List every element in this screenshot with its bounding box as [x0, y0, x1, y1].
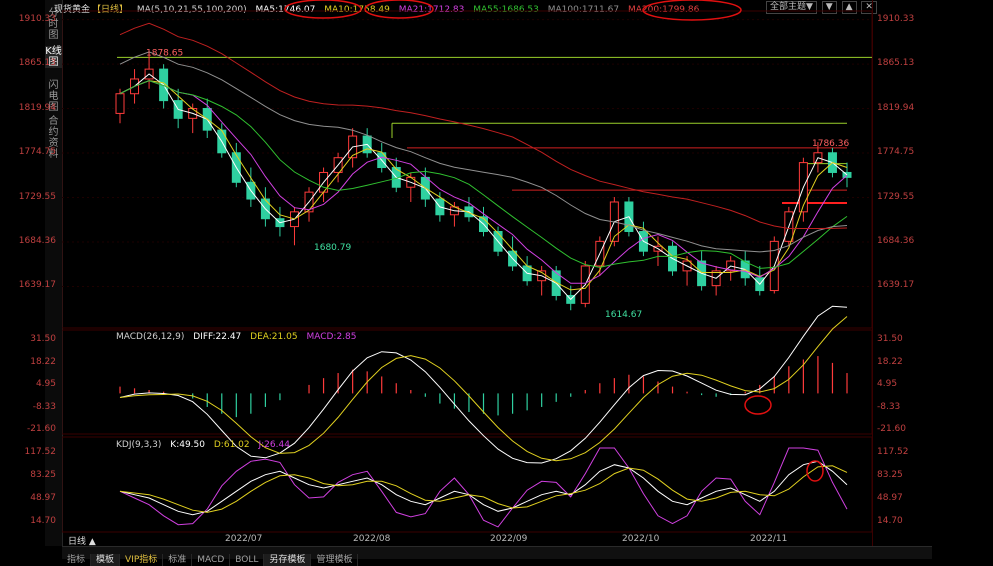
macd-tick-left: -21.60: [26, 424, 56, 434]
date-label: 2022/07: [225, 534, 263, 544]
red-circle-highlight: [642, 0, 742, 21]
tab-vip-indicator[interactable]: VIP指标: [120, 554, 164, 566]
kdj-j: J:26.44: [258, 440, 290, 450]
macd-tick-right: 18.22: [877, 356, 903, 367]
tab-standard[interactable]: 标准: [163, 554, 193, 566]
macd-tick-right: 31.50: [877, 334, 903, 344]
bottom-toolbar: 指标 模板 VIP指标 标准 MACD BOLL 另存模板 管理模板: [62, 546, 932, 566]
price-tick-right: 1865.13: [877, 58, 915, 69]
red-circle-highlight: [806, 460, 824, 482]
kdj-tick-left: 48.97: [30, 492, 56, 503]
tab-save-template[interactable]: 另存模板: [264, 554, 312, 566]
price-tick-left: 1910.33: [18, 13, 56, 24]
kdj-params: KDJ(9,3,3): [116, 440, 162, 450]
date-label: 2022/10: [622, 534, 660, 544]
kdj-tick-right: 48.97: [877, 492, 903, 503]
tab-macd[interactable]: MACD: [192, 554, 231, 566]
kdj-tick-left: 83.25: [30, 469, 56, 480]
red-circle-annotations: [284, 0, 824, 482]
price-tick-right: 1910.33: [877, 13, 915, 24]
price-tick-left: 1684.36: [18, 235, 56, 246]
right-price-axis: 1910.33 1865.13 1819.94 1774.75 1729.55 1684.…: [872, 0, 929, 546]
date-label: 2022/09: [490, 534, 528, 544]
kdj-tick-left: 117.52: [24, 446, 57, 457]
macd-tick-right: -21.60: [877, 424, 907, 434]
macd-tick-left: 18.22: [30, 356, 56, 367]
kdj-tick-right: 117.52: [877, 446, 909, 457]
price-tick-right: 1684.36: [877, 235, 915, 246]
price-tick-right: 1774.75: [877, 147, 915, 158]
price-tick-left: 1729.55: [18, 191, 56, 202]
red-circle-highlight: [284, 0, 362, 19]
macd-diff: DIFF:22.47: [193, 332, 242, 342]
tab-boll[interactable]: BOLL: [230, 554, 265, 566]
macd-tick-right: 4.95: [877, 379, 898, 389]
price-tick-right: 1639.17: [877, 280, 915, 291]
price-tick-right: 1819.94: [877, 102, 915, 113]
macd-params: MACD(26,12,9): [116, 332, 185, 342]
macd-tick-left: 4.95: [35, 379, 56, 389]
macd-tick-right: -8.33: [877, 401, 901, 412]
macd-header: MACD(26,12,9) DIFF:22.47 DEA:21.05 MACD:…: [116, 332, 363, 342]
left-price-axis: 1910.33 1865.13 1819.94 1774.75 1729.55 1684.…: [0, 0, 58, 546]
price-tick-left: 1774.75: [18, 147, 56, 158]
price-tick-left: 1865.13: [18, 58, 56, 69]
tab-manage-template[interactable]: 管理模板: [311, 554, 359, 566]
price-tick-left: 1819.94: [18, 102, 56, 113]
kdj-tick-right: 83.25: [877, 469, 903, 480]
price-tick-right: 1729.55: [877, 191, 915, 202]
macd-tick-left: 31.50: [30, 334, 56, 344]
date-label: 2022/08: [353, 534, 391, 544]
kdj-d: D:61.02: [213, 440, 250, 450]
macd-dea: DEA:21.05: [250, 332, 298, 342]
macd-value: MACD:2.85: [306, 332, 357, 342]
tab-indicator[interactable]: 指标: [62, 554, 92, 566]
kdj-k: K:49.50: [170, 440, 205, 450]
kdj-tick-left: 14.70: [30, 515, 56, 526]
macd-tick-left: -8.33: [32, 401, 56, 412]
date-label: 2022/11: [750, 534, 788, 544]
tab-template[interactable]: 模板: [91, 554, 121, 566]
price-tick-left: 1639.17: [18, 280, 56, 291]
red-circle-highlight: [364, 0, 434, 19]
kdj-tick-right: 14.70: [877, 515, 903, 526]
red-circle-highlight: [744, 395, 772, 415]
kdj-header: KDJ(9,3,3) K:49.50 D:61.02 J:26.44: [116, 440, 296, 450]
